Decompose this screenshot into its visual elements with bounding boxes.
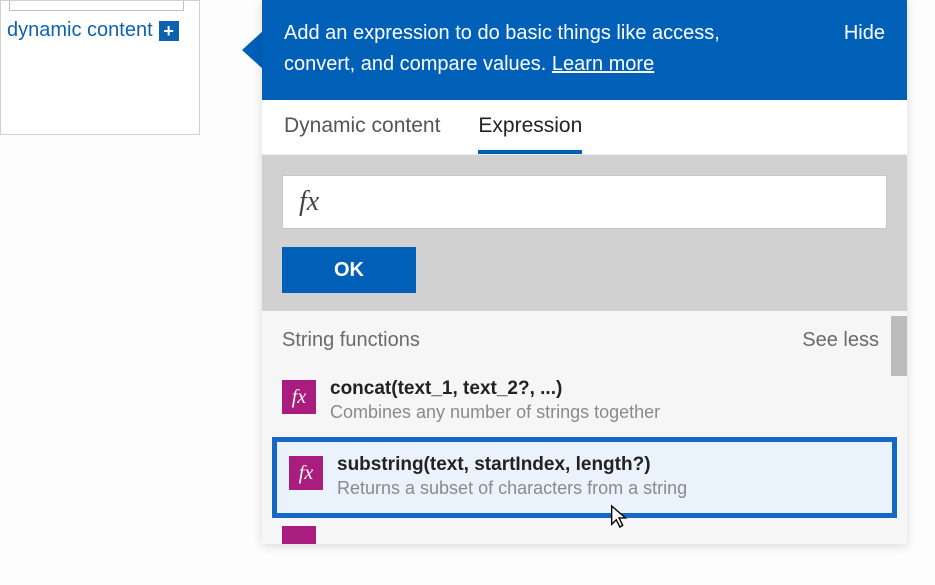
fx-icon: fx [282, 380, 316, 414]
fx-icon: fx [289, 456, 323, 490]
field-outline [9, 1, 184, 11]
function-title: concat(text_1, text_2?, ...) [330, 378, 887, 400]
tab-bar: Dynamic content Expression [262, 100, 907, 155]
scrollbar[interactable] [891, 316, 907, 376]
info-banner: Add an expression to do basic things lik… [262, 0, 907, 100]
left-panel: dynamic content + [0, 0, 200, 135]
banner-text: Add an expression to do basic things lik… [284, 18, 794, 80]
function-item-partial[interactable] [262, 518, 907, 544]
function-list: String functions See less fx concat(text… [262, 311, 907, 544]
tab-expression[interactable]: Expression [478, 114, 582, 154]
fx-icon [282, 526, 316, 544]
ok-button[interactable]: OK [282, 247, 416, 293]
learn-more-link[interactable]: Learn more [552, 53, 654, 75]
expression-flyout: Add an expression to do basic things lik… [262, 0, 907, 544]
flyout-arrow [242, 30, 264, 70]
function-item-substring-highlight: fx substring(text, startIndex, length?) … [272, 437, 897, 518]
function-item-concat[interactable]: fx concat(text_1, text_2?, ...) Combines… [262, 370, 907, 433]
function-desc: Returns a subset of characters from a st… [337, 478, 880, 499]
function-title: substring(text, startIndex, length?) [337, 454, 880, 476]
function-item-substring[interactable]: fx substring(text, startIndex, length?) … [277, 442, 892, 513]
dynamic-content-label: dynamic content [7, 19, 153, 42]
function-desc: Combines any number of strings together [330, 402, 887, 423]
function-text: concat(text_1, text_2?, ...) Combines an… [330, 378, 887, 423]
hide-button[interactable]: Hide [844, 18, 885, 45]
add-dynamic-content-icon[interactable]: + [159, 21, 179, 41]
banner-message: Add an expression to do basic things lik… [284, 22, 720, 75]
tab-dynamic-content[interactable]: Dynamic content [284, 114, 440, 154]
see-less-toggle[interactable]: See less [802, 329, 879, 352]
fx-icon: fx [299, 186, 319, 218]
dynamic-content-row[interactable]: dynamic content + [7, 19, 179, 42]
section-header-string-functions: String functions See less [262, 311, 907, 370]
section-title: String functions [282, 329, 420, 352]
function-text: substring(text, startIndex, length?) Ret… [337, 454, 880, 499]
expression-editor-area: fx OK [262, 155, 907, 311]
expression-input[interactable]: fx [282, 175, 887, 229]
